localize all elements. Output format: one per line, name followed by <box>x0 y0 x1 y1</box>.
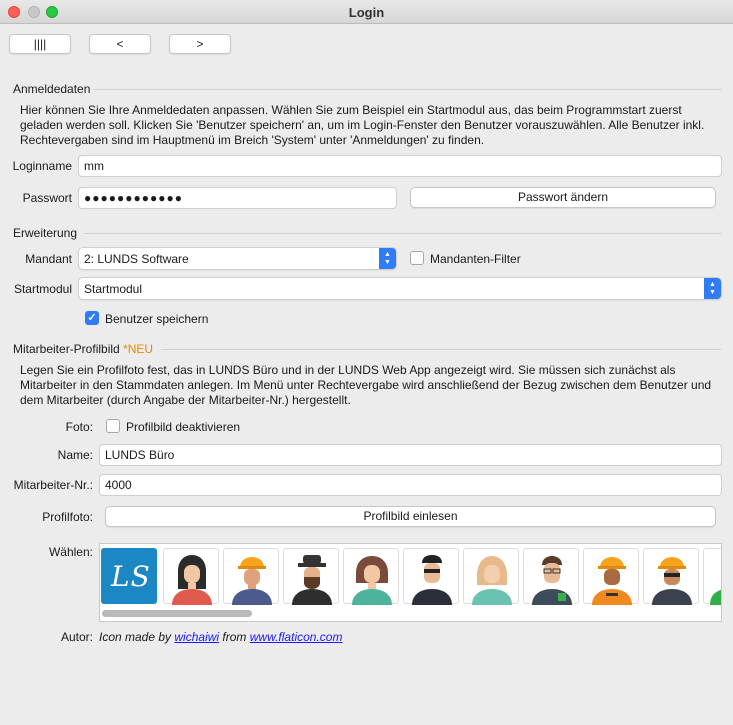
mandant-value: 2: LUNDS Software <box>84 252 189 266</box>
partial-avatar-icon[interactable] <box>703 548 721 605</box>
select-arrows-icon: ▲ ▼ <box>379 248 396 269</box>
anmeldedaten-info: Hier können Sie Ihre Anmeldedaten anpass… <box>20 103 720 148</box>
name-input[interactable]: LUNDS Büro <box>99 444 722 466</box>
author-link[interactable]: wichaiwi <box>174 630 219 644</box>
loginname-label: Loginname <box>12 159 72 173</box>
author-label: Autor: <box>60 630 93 644</box>
read-profile-picture-button[interactable]: Profilbild einlesen <box>105 506 716 527</box>
info-line: Legen Sie ein Profilfoto fest, das in LU… <box>20 363 676 377</box>
info-line: Mitarbeiter in den Stammdaten anlegen. I… <box>20 378 712 392</box>
worker-helmet-icon[interactable] <box>583 548 639 605</box>
forward-button[interactable]: > <box>169 34 231 54</box>
info-line: dem Mitarbeiter (durch Angabe der Mitarb… <box>20 393 351 407</box>
man-glasses-icon[interactable] <box>523 548 579 605</box>
menu-button[interactable]: |||| <box>9 34 71 54</box>
startmodul-label: Startmodul <box>13 282 72 296</box>
woman-blonde-icon[interactable] <box>463 548 519 605</box>
password-label: Passwort <box>22 191 72 205</box>
select-arrows-icon: ▲ ▼ <box>704 278 721 299</box>
author-prefix: Icon made by <box>99 630 172 644</box>
section-title-erweiterung: Erweiterung <box>13 226 78 240</box>
mandanten-filter-checkbox[interactable] <box>410 251 424 265</box>
section-title-anmeldedaten: Anmeldedaten <box>13 82 91 96</box>
name-label: Name: <box>57 448 93 462</box>
worker-sunglasses-icon[interactable] <box>643 548 699 605</box>
startmodul-value: Startmodul <box>84 282 143 296</box>
employee-number-label: Mitarbeiter-Nr.: <box>13 478 93 492</box>
section-divider <box>161 349 721 350</box>
mandant-label: Mandant <box>25 252 72 266</box>
flaticon-link[interactable]: www.flaticon.com <box>250 630 343 644</box>
save-user-label: Benutzer speichern <box>105 312 209 326</box>
info-line: Hier können Sie Ihre Anmeldedaten anpass… <box>20 103 682 117</box>
ls-logo: LS <box>111 560 151 593</box>
employee-number-input[interactable]: 4000 <box>99 474 722 496</box>
info-line: geladen werden soll. Klicken Sie 'Benutz… <box>20 118 705 132</box>
deactivate-profile-checkbox[interactable] <box>106 419 120 433</box>
construction-worker-icon[interactable] <box>223 548 279 605</box>
window-title: Login <box>348 5 385 20</box>
bearded-man-hat-icon[interactable] <box>283 548 339 605</box>
profilbild-title-text: Mitarbeiter-Profilbild <box>13 342 120 356</box>
password-input[interactable]: ●●●●●●●●●●●● <box>78 187 397 209</box>
mandanten-filter-label: Mandanten-Filter <box>430 252 521 266</box>
author-credit: Icon made by wichaiwi from www.flaticon.… <box>99 630 342 644</box>
loginname-input[interactable]: mm <box>78 155 722 177</box>
man-sunglasses-icon[interactable] <box>403 548 459 605</box>
change-password-button[interactable]: Passwort ändern <box>410 187 716 208</box>
profilbild-info: Legen Sie ein Profilfoto fest, das in LU… <box>20 363 720 408</box>
choose-label: Wählen: <box>48 545 93 559</box>
save-user-checkbox[interactable]: ✓ <box>85 311 99 325</box>
lunds-logo-avatar[interactable]: LS <box>101 548 157 604</box>
avatar-gallery[interactable]: LS <box>99 543 722 622</box>
title-bar: Login <box>0 0 733 24</box>
author-from: from <box>222 630 247 644</box>
mandant-select[interactable]: 2: LUNDS Software ▲ ▼ <box>78 247 397 270</box>
startmodul-select[interactable]: Startmodul ▲ ▼ <box>78 277 722 300</box>
woman-brown-hair-icon[interactable] <box>343 548 399 605</box>
back-button[interactable]: < <box>89 34 151 54</box>
foto-label: Foto: <box>65 420 93 434</box>
deactivate-profile-label: Profilbild deaktivieren <box>126 420 241 434</box>
new-badge: *NEU <box>123 342 154 356</box>
woman-dark-hair-icon[interactable] <box>163 548 219 605</box>
section-divider <box>84 233 721 234</box>
horizontal-scrollbar[interactable] <box>102 610 252 617</box>
info-line: Rechtevergaben sind im Hauptmenü im Brei… <box>20 133 485 147</box>
section-divider <box>94 89 721 90</box>
profilfoto-label: Profilfoto: <box>42 510 93 524</box>
section-title-profilbild: Mitarbeiter-Profilbild *NEU <box>13 342 153 356</box>
